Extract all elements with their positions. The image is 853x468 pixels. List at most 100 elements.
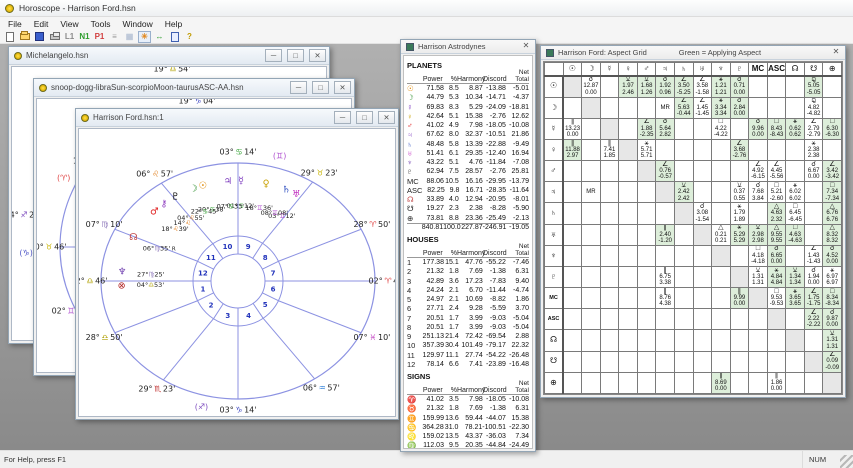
maximize-button[interactable]: □ <box>287 49 304 62</box>
aspect-cell <box>618 308 638 331</box>
close-button[interactable]: ✕ <box>309 49 326 62</box>
astrodynes-title-bar[interactable]: Harrison Astrodynes ✕ <box>401 40 535 54</box>
close-icon[interactable]: ✕ <box>520 41 532 52</box>
cell: 3.6 <box>449 277 459 285</box>
main-title-bar[interactable]: Horoscope - Harrison Ford.hsn <box>0 0 853 17</box>
cell: 8.87 <box>469 85 483 93</box>
cell: 31.0 <box>444 423 459 431</box>
cell: 251.13 <box>422 333 444 341</box>
astrodyne-row: 2 21.32 1.8 7.69 -1.38 6.31 <box>407 267 529 276</box>
cell: 9.40 <box>515 277 529 285</box>
resize-grip[interactable] <box>840 455 853 468</box>
aspect-cell <box>748 308 768 331</box>
house-number: 1 <box>200 286 205 294</box>
close-button[interactable]: ✕ <box>378 111 395 124</box>
aspect-grid-title-bar[interactable]: Harrison Ford: Aspect Grid Green = Apply… <box>541 46 845 60</box>
toolbar-wheel-l1-icon[interactable]: L1 <box>63 31 76 43</box>
menu-view[interactable]: View <box>54 17 84 30</box>
maximize-button[interactable]: □ <box>312 81 329 94</box>
section-title-planets: PLANETS <box>407 61 443 70</box>
cell: -14.71 <box>486 94 506 102</box>
toolbar-wheel-n1-icon[interactable]: N1 <box>78 31 91 43</box>
cusp-label: 07° ♍ 10' <box>86 220 123 229</box>
minimize-button[interactable]: ─ <box>265 49 282 62</box>
aspect-cell <box>599 350 620 373</box>
aspect-cell <box>711 329 731 352</box>
toolbar-arrows-view-icon[interactable]: ↔ <box>153 31 166 43</box>
close-button[interactable]: ✕ <box>334 81 351 94</box>
toolbar-print-icon[interactable] <box>48 31 61 43</box>
toolbar-aspects-view-icon[interactable]: ✳ <box>138 30 151 43</box>
aspect-cell: ☌ 1.92 0.96 <box>655 75 675 98</box>
grid-col-♇: ♇ <box>729 62 750 77</box>
cell: Harmony <box>456 250 486 257</box>
cell: -24.09 <box>486 103 506 111</box>
cell: 30.4 <box>445 342 459 350</box>
aspect-cell: ⚺ 2.42 2.42 <box>673 181 694 204</box>
cell: 5 <box>407 295 412 305</box>
cell: 7.69 <box>469 405 483 413</box>
cell: 5.1 <box>449 112 459 120</box>
michelangelo-title-bar[interactable]: Michelangelo.hsn ─ □ ✕ <box>9 47 329 65</box>
menu-file[interactable]: File <box>2 17 28 30</box>
cusp-label: 29° ♉ 23' <box>301 168 338 177</box>
toolbar-save-file-icon[interactable] <box>33 31 46 43</box>
astrodyne-row: 12 78.14 6.6 7.41 -23.89 -16.48 <box>407 360 529 369</box>
aspect-cell: ☌ 9.87 0.00 <box>822 308 842 331</box>
aspect-cell <box>692 371 713 395</box>
aspect-cell <box>655 181 675 204</box>
toolbar-wheel-r1-icon[interactable]: ≡ <box>108 31 121 43</box>
cell: ASC <box>407 185 423 195</box>
menu-edit[interactable]: Edit <box>28 17 55 30</box>
cell: ♊ <box>407 413 417 423</box>
cell: 13.6 <box>445 414 459 422</box>
toolbar-report-view-icon[interactable] <box>168 31 181 43</box>
cell: 1 <box>407 258 412 268</box>
snoop-title-bar[interactable]: snoop-dogg-libraSun-scorpioMoon-taurusAS… <box>34 79 354 97</box>
toolbar-grid-view-icon[interactable]: ▦ <box>123 31 136 43</box>
close-icon[interactable]: ✕ <box>830 47 842 58</box>
cell: -22.88 <box>486 140 506 148</box>
astrodyne-row: ♅ 51.41 6.1 29.35 -12.40 16.94 <box>407 149 529 158</box>
menu-window[interactable]: Window <box>116 17 158 30</box>
toolbar-open-file-icon[interactable] <box>18 31 31 43</box>
planet-glyph: ♇ <box>171 191 180 202</box>
intercepted-sign: (♐) <box>195 403 208 412</box>
aspect-cell: ☌ 7.68 3.84 <box>748 181 768 204</box>
grid-col-♀: ♀ <box>618 62 638 77</box>
menu-help[interactable]: Help <box>159 17 188 30</box>
cusp-label: 19° ♎ 54' <box>154 67 191 74</box>
menu-tools[interactable]: Tools <box>85 17 117 30</box>
minimize-button[interactable]: ─ <box>290 81 307 94</box>
toolbar-help-icon[interactable]: ? <box>183 31 196 43</box>
minimize-button[interactable]: ─ <box>334 111 351 124</box>
cell: 8.5 <box>449 85 459 93</box>
aspect-cell: △ 9.55 9.55 <box>766 223 787 246</box>
cell: 19.27 <box>426 205 444 213</box>
aspect-cell <box>636 371 657 395</box>
toolbar-new-file-icon[interactable] <box>3 31 16 43</box>
cell: 159.99 <box>422 414 444 422</box>
aspect-cell: □ 7.34 -7.34 <box>822 181 842 204</box>
cell: 3.99 <box>469 314 483 322</box>
cell: Power <box>422 387 443 394</box>
aspect-cell <box>692 329 713 352</box>
cell: % <box>450 387 457 394</box>
intercepted-sign: (♈) <box>57 173 70 182</box>
cell: 4.0 <box>449 196 459 204</box>
cell: 32.37 <box>465 131 483 139</box>
aspect-cell <box>766 308 787 331</box>
grid-row-☉: ☉ <box>544 75 565 98</box>
cell: 24.24 <box>426 286 444 294</box>
astrodyne-row: ♄ 48.48 5.8 13.39 -22.88 -9.49 <box>407 140 529 149</box>
cell: ☽ <box>407 93 414 103</box>
cell: 29.35 <box>465 149 483 157</box>
cell: 3.70 <box>515 305 529 313</box>
harrison-title-bar[interactable]: Harrison Ford.hsn:1 ─ □ ✕ <box>76 109 398 127</box>
table-header: Power% Harmony Discord Net Total <box>407 243 529 258</box>
cell: ♋ <box>407 422 417 432</box>
cell: ♉ <box>407 404 417 414</box>
house-number: 9 <box>246 243 251 251</box>
toolbar-wheel-p1-icon[interactable]: P1 <box>93 31 106 43</box>
maximize-button[interactable]: □ <box>356 111 373 124</box>
